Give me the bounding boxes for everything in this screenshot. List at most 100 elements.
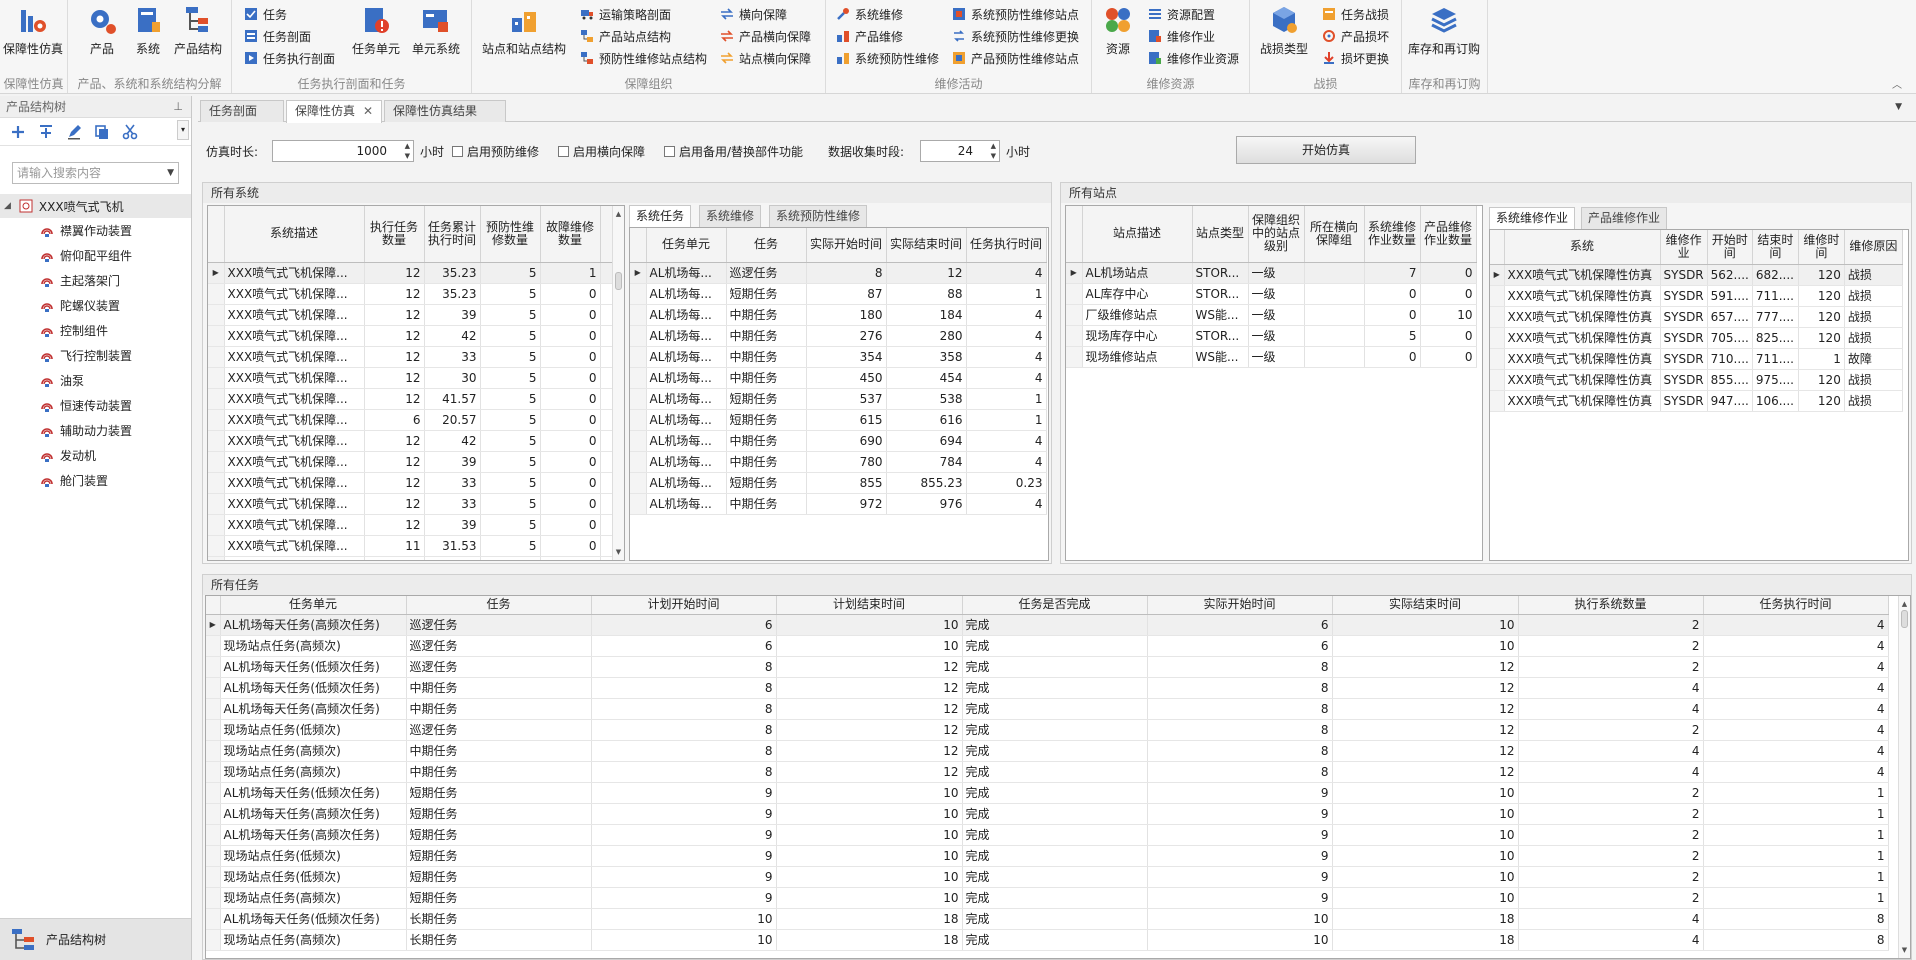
table-cell[interactable]: 12	[1332, 656, 1519, 678]
table-cell[interactable]: 276	[806, 325, 887, 347]
table-cell[interactable]: 0	[1420, 262, 1477, 284]
table-cell[interactable]: AL机场每天任务(高频次任务)	[220, 614, 407, 636]
table-cell[interactable]: 39	[424, 304, 481, 326]
row-indicator[interactable]	[630, 367, 647, 389]
table-cell[interactable]: 354	[806, 346, 887, 368]
resource-button[interactable]: 资源	[1102, 4, 1134, 57]
table-cell[interactable]: 1	[1703, 845, 1889, 867]
table-row[interactable]: ▶ XXX喷气式飞机保障性仿真 SYSDR 562.... 682.... 120 战损	[1490, 264, 1903, 286]
table-cell[interactable]: 947....	[1707, 390, 1753, 412]
table-row[interactable]: AL机场每天任务(低频次任务) 中期任务 8 12 完成 8 12 4 4	[206, 677, 1889, 699]
table-cell[interactable]: AL机场每...	[646, 262, 727, 284]
table-row[interactable]: XXX喷气式飞机保障... 12 42 5 0	[208, 430, 615, 452]
table-row[interactable]: XXX喷气式飞机保障... 12 42 5 0	[208, 325, 615, 347]
row-indicator[interactable]	[206, 656, 221, 678]
column-header[interactable]: 计划开始时间	[591, 596, 777, 615]
table-cell[interactable]: 657....	[1707, 306, 1753, 328]
table-cell[interactable]: 现场站点任务(高频次)	[220, 761, 407, 783]
table-cell[interactable]: 中期任务	[726, 493, 807, 515]
table-cell[interactable]: 976	[886, 493, 967, 515]
table-cell[interactable]: 0	[540, 304, 601, 326]
row-indicator[interactable]	[1490, 369, 1505, 391]
table-cell[interactable]: 41.57	[424, 388, 481, 410]
table-cell[interactable]: 120	[1798, 327, 1845, 349]
scroll-thumb[interactable]	[615, 272, 622, 290]
row-indicator[interactable]: ▶	[208, 262, 225, 284]
table-row[interactable]: AL库存中心 STOR... 一级 0 0	[1066, 283, 1477, 305]
column-header[interactable]: 执行任务数量	[364, 206, 425, 263]
table-cell[interactable]: 0	[1420, 346, 1477, 368]
task-damage-button[interactable]: 任务战损	[1322, 4, 1389, 24]
row-indicator[interactable]	[206, 929, 221, 951]
table-cell[interactable]: 0	[1364, 346, 1421, 368]
row-indicator[interactable]	[630, 430, 647, 452]
tree-node[interactable]: 襟翼作动装置	[0, 218, 191, 243]
chevron-down-icon[interactable]: ▼	[167, 163, 174, 183]
table-cell[interactable]: 120	[1798, 369, 1845, 391]
table-row[interactable]: 现场站点任务(低频次) 短期任务 9 10 完成 9 10 2 1	[206, 866, 1889, 888]
tree-node[interactable]: 辅助动力装置	[0, 418, 191, 443]
table-cell[interactable]: 562....	[1707, 264, 1753, 286]
row-indicator[interactable]	[206, 866, 221, 888]
table-cell[interactable]: 现场站点任务(低频次)	[220, 866, 407, 888]
column-header[interactable]: 预防性维修数量	[480, 206, 541, 263]
table-cell[interactable]: 1	[540, 262, 601, 284]
table-cell[interactable]: 538	[886, 388, 967, 410]
table-cell[interactable]: 5	[480, 304, 541, 326]
table-cell[interactable]: 88	[886, 283, 967, 305]
table-row[interactable]: AL机场每... 短期任务 537 538 1	[630, 388, 1047, 410]
table-cell[interactable]: 4	[966, 493, 1047, 515]
table-cell[interactable]: 855.23	[886, 472, 967, 494]
table-cell[interactable]: 0	[540, 367, 601, 389]
table-cell[interactable]: 537	[806, 388, 887, 410]
tab-system-preventive[interactable]: 系统预防性维修	[769, 205, 868, 227]
table-cell[interactable]: 完成	[962, 929, 1148, 951]
row-indicator[interactable]	[206, 824, 221, 846]
column-header[interactable]: 实际开始时间	[1147, 596, 1333, 615]
table-cell[interactable]: 10	[776, 824, 963, 846]
row-indicator[interactable]: ▶	[206, 614, 221, 636]
table-cell[interactable]: 一级	[1248, 283, 1305, 305]
table-cell[interactable]: 完成	[962, 677, 1148, 699]
table-cell[interactable]: 180	[806, 304, 887, 326]
table-cell[interactable]: 战损	[1844, 369, 1903, 391]
table-cell[interactable]: 0	[540, 430, 601, 452]
preventive-site-structure-button[interactable]: 预防性维修站点结构	[580, 48, 707, 68]
table-cell[interactable]: 中期任务	[726, 346, 807, 368]
column-header[interactable]: 任务是否完成	[962, 596, 1148, 615]
system-preventive-replace-button[interactable]: 系统预防性维修更换	[952, 26, 1079, 46]
table-row[interactable]: ▶ AL机场每... 巡逻任务 8 12 4	[630, 262, 1047, 284]
row-indicator[interactable]	[208, 283, 225, 305]
table-cell[interactable]: 12	[1332, 719, 1519, 741]
table-cell[interactable]: SYSDR	[1660, 369, 1708, 391]
table-cell[interactable]: 0	[540, 514, 601, 536]
table-cell[interactable]: SYSDR	[1660, 348, 1708, 370]
scroll-thumb[interactable]	[1901, 610, 1908, 628]
table-cell[interactable]: 12	[776, 719, 963, 741]
row-indicator[interactable]	[208, 346, 225, 368]
table-cell[interactable]: 短期任务	[406, 803, 592, 825]
table-cell[interactable]: SYSDR	[1660, 264, 1708, 286]
row-indicator[interactable]	[630, 493, 647, 515]
table-cell[interactable]: 454	[886, 367, 967, 389]
table-cell[interactable]: 长期任务	[406, 929, 592, 951]
table-cell[interactable]: 10	[1332, 887, 1519, 909]
inventory-reorder-button[interactable]: 库存和再订购	[1408, 4, 1480, 57]
table-cell[interactable]: 4	[966, 325, 1047, 347]
table-cell[interactable]: 12	[364, 430, 425, 452]
table-cell[interactable]: XXX喷气式飞机保障...	[224, 262, 365, 284]
column-header[interactable]: 实际开始时间	[806, 228, 887, 263]
table-cell[interactable]: 8	[1147, 761, 1333, 783]
table-cell[interactable]: 0	[540, 535, 601, 557]
table-cell[interactable]: 4	[1518, 929, 1704, 951]
table-row[interactable]: XXX喷气式飞机保障性仿真 SYSDR 705.... 825.... 120 战损	[1490, 327, 1903, 349]
table-cell[interactable]: SYSDR	[1660, 327, 1708, 349]
row-indicator[interactable]	[208, 388, 225, 410]
column-header[interactable]: 故障维修数量	[540, 206, 601, 263]
table-cell[interactable]: 中期任务	[726, 430, 807, 452]
spare-parts-checkbox[interactable]: 启用备用/替换部件功能	[664, 143, 803, 160]
column-header[interactable]: 任务执行时间	[1703, 596, 1889, 615]
table-cell[interactable]: AL机场每...	[646, 346, 727, 368]
table-row[interactable]: AL机场每天任务(高频次任务) 短期任务 9 10 完成 9 10 2 1	[206, 803, 1889, 825]
row-indicator[interactable]	[208, 514, 225, 536]
